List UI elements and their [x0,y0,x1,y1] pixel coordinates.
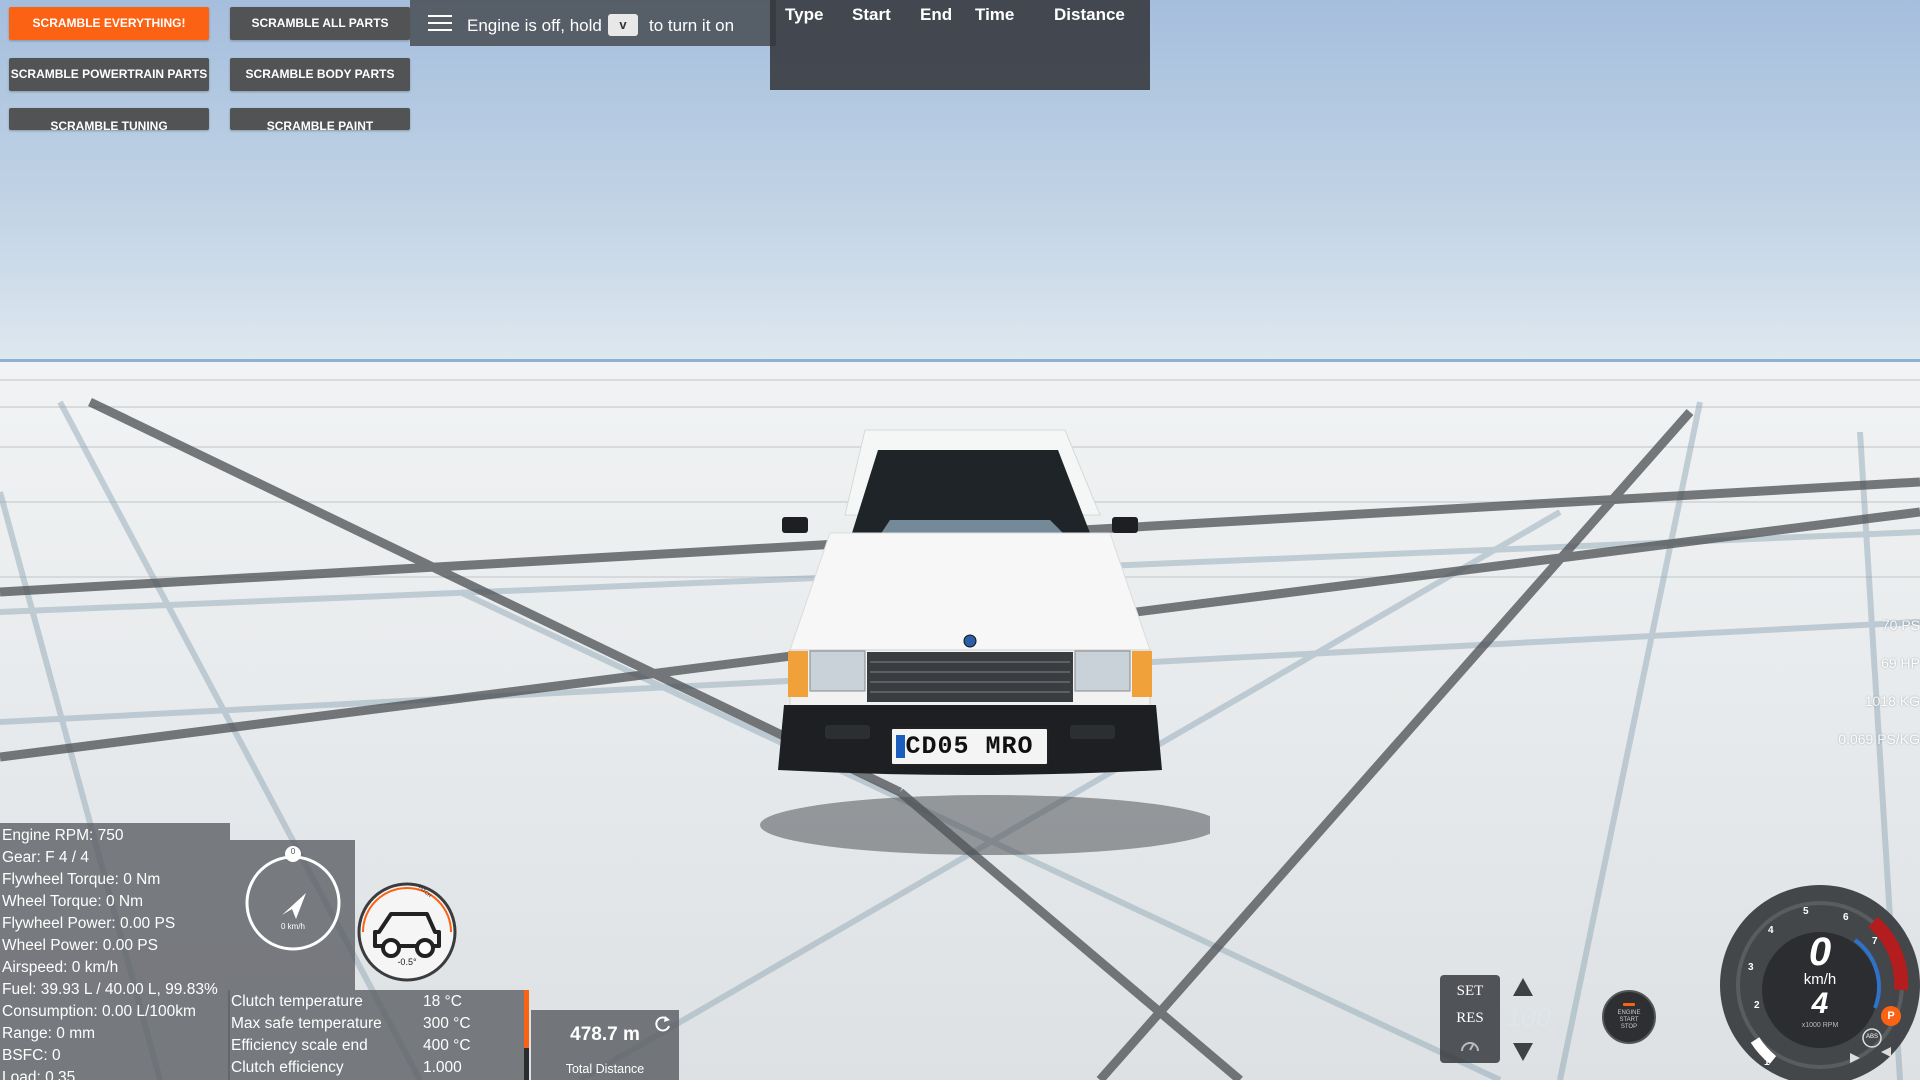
total-distance-label: Total Distance [565,1062,645,1076]
lap-header-distance: Distance [1054,5,1125,24]
cruise-control-panel: SET RES [1440,975,1500,1063]
clutch-max-temp-label: Max safe temperature [231,1015,382,1032]
debug-bsfc: BSFC: 0 [2,1047,61,1064]
lap-header-time: Time [975,5,1015,24]
clutch-efficiency-label: Clutch efficiency [231,1059,344,1076]
debug-range: Range: 0 mm [2,1025,96,1042]
cruise-increase-icon[interactable] [1511,976,1535,998]
power-hp: 69 HP [1881,655,1920,671]
scramble-all-parts-button[interactable]: SCRAMBLE ALL PARTS [230,7,410,40]
debug-consumption: Consumption: 0.00 L/100km [2,1003,196,1020]
rpm-tick-4: 4 [1768,925,1774,936]
start-stop-line1: ENGINE [1617,1010,1641,1016]
engine-notice-suffix: to turn it on [649,16,735,35]
power-ps: 70 PS [1881,617,1920,633]
heading-gauge: 0 km/h 0 [240,845,346,956]
distance-widget: 478.7 m Total Distance [531,1010,679,1080]
dashboard-speed: 0 [1808,930,1832,974]
key-hint-icon: v [608,14,638,36]
debug-wheel-torque: Wheel Torque: 0 Nm [2,893,143,910]
start-stop-line2: START [1619,1017,1639,1023]
dashboard-rpm-unit: x1000 RPM [1801,1022,1839,1029]
roll-label: -0.5° [397,957,417,967]
rpm-tick-3: 3 [1748,962,1754,973]
rpm-tick-2: 2 [1754,1000,1760,1011]
cruise-set-button[interactable]: SET [1444,979,1496,1003]
debug-flywheel-power: Flywheel Power: 0.00 PS [2,915,176,932]
scramble-paint-button[interactable]: SCRAMBLE PAINT [230,108,410,130]
clutch-temp-bar-bg [524,1048,529,1080]
vehicle-attitude-icon [357,882,457,982]
license-plate: CD05 MRO [890,727,1049,766]
rpm-tick-5: 5 [1803,906,1809,917]
heading-top-marker: 0 [290,847,296,856]
cruise-decrease-icon[interactable] [1511,1041,1535,1063]
debug-flywheel-torque: Flywheel Torque: 0 Nm [2,871,161,888]
vehicle: CD05 MRO [730,415,1210,855]
reset-distance-icon[interactable] [653,1014,673,1034]
scramble-powertrain-button[interactable]: SCRAMBLE POWERTRAIN PARTS [9,58,209,91]
debug-engine-rpm: Engine RPM: 750 [2,827,124,844]
debug-wheel-power: Wheel Power: 0.00 PS [2,937,158,954]
start-stop-line3: STOP [1620,1024,1638,1030]
clutch-scale-end-value: 400 °C [423,1037,471,1054]
clutch-efficiency-value: 1.000 [423,1059,462,1076]
clutch-temp-bar [524,990,529,1048]
debug-fuel: Fuel: 39.93 L / 40.00 L, 99.83% [2,981,218,998]
dashboard-cluster: 0 km/h 4 x1000 RPM 1 2 3 4 5 6 7 P ABS [1715,880,1920,1080]
rpm-tick-7: 7 [1872,936,1878,947]
lap-header-start: Start [852,5,891,24]
compass-icon [245,846,341,951]
debug-load: Load: 0.35 [2,1069,76,1086]
menu-icon[interactable] [428,15,452,33]
lap-header-type: Type [785,5,824,24]
cruise-res-button[interactable]: RES [1444,1006,1496,1030]
engine-start-stop-button[interactable]: ENGINE START STOP [1602,990,1656,1044]
rpm-tick-6: 6 [1843,912,1849,923]
engine-notice: Engine is off, hold v to turn it on [410,0,776,46]
clutch-max-temp-value: 300 °C [423,1015,471,1032]
key-hint-label: v [619,17,627,32]
clutch-scale-end-label: Efficiency scale end [231,1037,368,1054]
power-to-weight: 0.069 PS/KG [1838,731,1920,747]
rpm-tick-1: 1 [1764,1057,1770,1068]
clutch-temp-label: Clutch temperature [231,993,363,1010]
start-stop-indicator [1623,1003,1635,1006]
cruise-speedometer-icon[interactable] [1459,1035,1481,1057]
attitude-gauge: -0.5° PITCH [355,880,459,989]
scramble-everything-button[interactable]: SCRAMBLE EVERYTHING! [9,7,209,40]
engine-notice-text: Engine is off, hold [467,16,602,35]
lap-header-end: End [920,5,953,24]
cruise-set-speed: 100 [1505,1005,1552,1035]
vehicle-weight: 1018 KG [1864,693,1920,709]
abs-icon: ABS [1865,1034,1878,1040]
debug-gear: Gear: F 4 / 4 [2,849,90,866]
parking-brake-icon: P [1887,1010,1895,1022]
scramble-body-button[interactable]: SCRAMBLE BODY PARTS [230,58,410,91]
dashboard-gear: 4 [1811,987,1829,1020]
heading-speed-label: 0 km/h [280,922,305,931]
scramble-tuning-button[interactable]: SCRAMBLE TUNING [9,108,209,130]
dashboard-speed-unit: km/h [1803,971,1837,988]
lap-times-table: Type Start End Time Distance [770,0,1150,90]
clutch-temp-value: 18 °C [423,993,462,1010]
debug-airspeed: Airspeed: 0 km/h [2,959,119,976]
vehicle-body [760,429,1210,855]
